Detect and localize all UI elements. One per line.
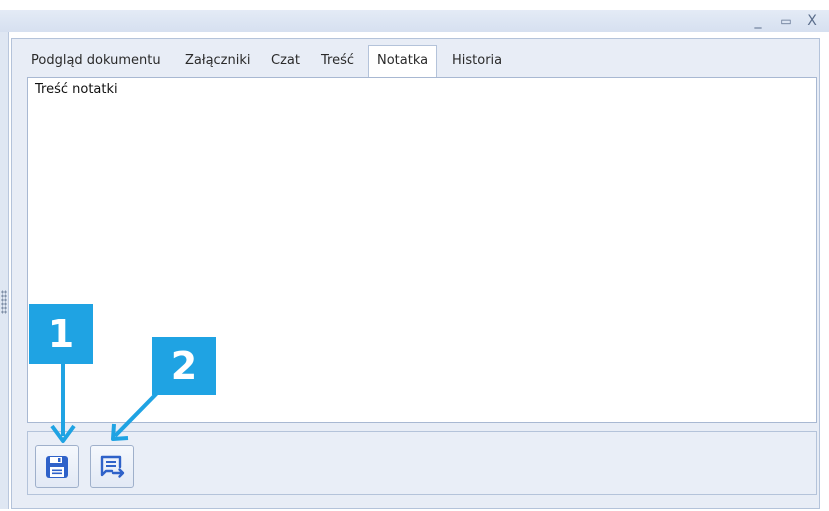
- callout-2: 2: [152, 337, 216, 395]
- callout-arrows: [50, 364, 165, 443]
- callout-1: 1: [29, 304, 93, 364]
- callout-arrow-1: [50, 364, 76, 443]
